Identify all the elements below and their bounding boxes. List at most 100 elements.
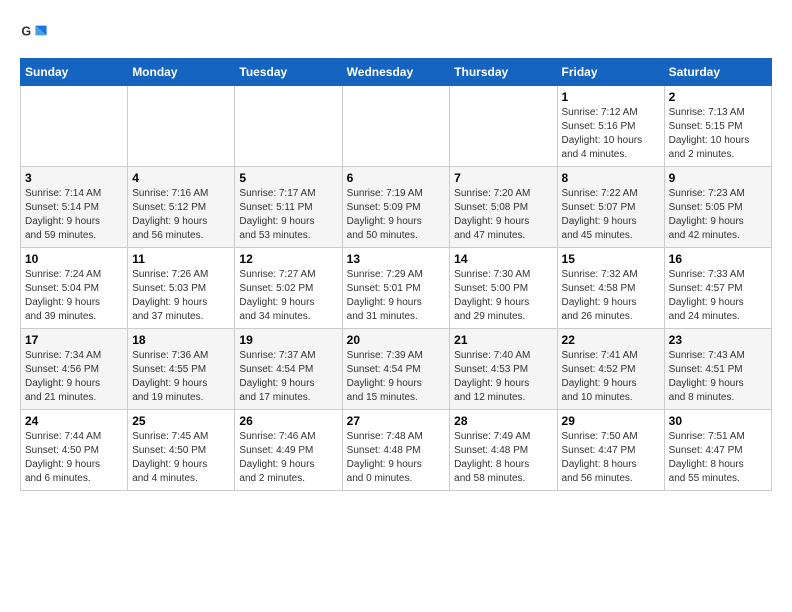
calendar-cell: [342, 86, 450, 167]
day-number: 14: [454, 252, 552, 266]
day-info: Sunrise: 7:34 AM Sunset: 4:56 PM Dayligh…: [25, 349, 123, 405]
day-info: Sunrise: 7:22 AM Sunset: 5:07 PM Dayligh…: [562, 187, 660, 243]
day-number: 18: [132, 333, 230, 347]
calendar-cell: 16 Sunrise: 7:33 AM Sunset: 4:57 PM Dayli…: [664, 248, 771, 329]
day-info: Sunrise: 7:12 AM Sunset: 5:16 PM Dayligh…: [562, 106, 660, 162]
weekday-header-tuesday: Tuesday: [235, 59, 342, 86]
calendar-cell: 26 Sunrise: 7:46 AM Sunset: 4:49 PM Dayli…: [235, 410, 342, 491]
day-info: Sunrise: 7:32 AM Sunset: 4:58 PM Dayligh…: [562, 268, 660, 324]
day-info: Sunrise: 7:51 AM Sunset: 4:47 PM Dayligh…: [669, 430, 767, 486]
calendar-cell: 10 Sunrise: 7:24 AM Sunset: 5:04 PM Dayli…: [21, 248, 128, 329]
calendar-cell: 20 Sunrise: 7:39 AM Sunset: 4:54 PM Dayli…: [342, 329, 450, 410]
day-number: 6: [347, 171, 446, 185]
calendar-cell: 19Sunrise: 7:37 AM Sunset: 4:54 PM Dayli…: [235, 329, 342, 410]
logo-icon: G: [20, 20, 48, 48]
calendar-week-5: 24Sunrise: 7:44 AM Sunset: 4:50 PM Dayli…: [21, 410, 772, 491]
day-number: 27: [347, 414, 446, 428]
calendar-cell: 30 Sunrise: 7:51 AM Sunset: 4:47 PM Dayli…: [664, 410, 771, 491]
weekday-header-sunday: Sunday: [21, 59, 128, 86]
day-info: Sunrise: 7:17 AM Sunset: 5:11 PM Dayligh…: [239, 187, 337, 243]
day-number: 23: [669, 333, 767, 347]
calendar-week-3: 10 Sunrise: 7:24 AM Sunset: 5:04 PM Dayli…: [21, 248, 772, 329]
calendar-cell: 5 Sunrise: 7:17 AM Sunset: 5:11 PM Daylig…: [235, 167, 342, 248]
day-number: 13: [347, 252, 446, 266]
calendar-header-row: SundayMondayTuesdayWednesdayThursdayFrid…: [21, 59, 772, 86]
calendar-week-2: 3 Sunrise: 7:14 AM Sunset: 5:14 PM Daylig…: [21, 167, 772, 248]
day-number: 4: [132, 171, 230, 185]
calendar-cell: 12Sunrise: 7:27 AM Sunset: 5:02 PM Dayli…: [235, 248, 342, 329]
day-info: Sunrise: 7:16 AM Sunset: 5:12 PM Dayligh…: [132, 187, 230, 243]
day-info: Sunrise: 7:46 AM Sunset: 4:49 PM Dayligh…: [239, 430, 337, 486]
calendar-cell: 22 Sunrise: 7:41 AM Sunset: 4:52 PM Dayli…: [557, 329, 664, 410]
day-number: 11: [132, 252, 230, 266]
day-number: 26: [239, 414, 337, 428]
day-number: 25: [132, 414, 230, 428]
day-number: 19: [239, 333, 337, 347]
calendar-cell: [450, 86, 557, 167]
calendar-cell: 28Sunrise: 7:49 AM Sunset: 4:48 PM Dayli…: [450, 410, 557, 491]
day-number: 29: [562, 414, 660, 428]
calendar-week-1: 1 Sunrise: 7:12 AM Sunset: 5:16 PM Daylig…: [21, 86, 772, 167]
calendar-cell: 25 Sunrise: 7:45 AM Sunset: 4:50 PM Dayli…: [128, 410, 235, 491]
day-info: Sunrise: 7:13 AM Sunset: 5:15 PM Dayligh…: [669, 106, 767, 162]
calendar-cell: [128, 86, 235, 167]
svg-text:G: G: [21, 24, 31, 38]
calendar-cell: 9 Sunrise: 7:23 AM Sunset: 5:05 PM Daylig…: [664, 167, 771, 248]
calendar-cell: 17 Sunrise: 7:34 AM Sunset: 4:56 PM Dayli…: [21, 329, 128, 410]
calendar-table: SundayMondayTuesdayWednesdayThursdayFrid…: [20, 58, 772, 491]
weekday-header-wednesday: Wednesday: [342, 59, 450, 86]
day-number: 10: [25, 252, 123, 266]
day-info: Sunrise: 7:45 AM Sunset: 4:50 PM Dayligh…: [132, 430, 230, 486]
weekday-header-friday: Friday: [557, 59, 664, 86]
calendar-cell: 14Sunrise: 7:30 AM Sunset: 5:00 PM Dayli…: [450, 248, 557, 329]
calendar-cell: 21 Sunrise: 7:40 AM Sunset: 4:53 PM Dayli…: [450, 329, 557, 410]
day-number: 2: [669, 90, 767, 104]
day-number: 21: [454, 333, 552, 347]
calendar-cell: 4 Sunrise: 7:16 AM Sunset: 5:12 PM Daylig…: [128, 167, 235, 248]
calendar-cell: 27 Sunrise: 7:48 AM Sunset: 4:48 PM Dayli…: [342, 410, 450, 491]
day-info: Sunrise: 7:48 AM Sunset: 4:48 PM Dayligh…: [347, 430, 446, 486]
calendar-cell: 24Sunrise: 7:44 AM Sunset: 4:50 PM Dayli…: [21, 410, 128, 491]
day-info: Sunrise: 7:14 AM Sunset: 5:14 PM Dayligh…: [25, 187, 123, 243]
day-number: 16: [669, 252, 767, 266]
weekday-header-monday: Monday: [128, 59, 235, 86]
day-number: 12: [239, 252, 337, 266]
day-info: Sunrise: 7:23 AM Sunset: 5:05 PM Dayligh…: [669, 187, 767, 243]
day-info: Sunrise: 7:40 AM Sunset: 4:53 PM Dayligh…: [454, 349, 552, 405]
day-number: 5: [239, 171, 337, 185]
calendar-cell: 15Sunrise: 7:32 AM Sunset: 4:58 PM Dayli…: [557, 248, 664, 329]
day-number: 1: [562, 90, 660, 104]
calendar-cell: 6 Sunrise: 7:19 AM Sunset: 5:09 PM Daylig…: [342, 167, 450, 248]
calendar-cell: 2 Sunrise: 7:13 AM Sunset: 5:15 PM Daylig…: [664, 86, 771, 167]
calendar-week-4: 17 Sunrise: 7:34 AM Sunset: 4:56 PM Dayli…: [21, 329, 772, 410]
logo: G: [20, 20, 52, 48]
day-number: 3: [25, 171, 123, 185]
day-number: 20: [347, 333, 446, 347]
day-info: Sunrise: 7:49 AM Sunset: 4:48 PM Dayligh…: [454, 430, 552, 486]
day-info: Sunrise: 7:24 AM Sunset: 5:04 PM Dayligh…: [25, 268, 123, 324]
day-number: 30: [669, 414, 767, 428]
day-number: 24: [25, 414, 123, 428]
calendar-cell: [235, 86, 342, 167]
day-number: 7: [454, 171, 552, 185]
calendar-cell: 23 Sunrise: 7:43 AM Sunset: 4:51 PM Dayli…: [664, 329, 771, 410]
day-info: Sunrise: 7:33 AM Sunset: 4:57 PM Dayligh…: [669, 268, 767, 324]
day-info: Sunrise: 7:26 AM Sunset: 5:03 PM Dayligh…: [132, 268, 230, 324]
day-info: Sunrise: 7:20 AM Sunset: 5:08 PM Dayligh…: [454, 187, 552, 243]
calendar-cell: 8Sunrise: 7:22 AM Sunset: 5:07 PM Daylig…: [557, 167, 664, 248]
calendar-cell: 11 Sunrise: 7:26 AM Sunset: 5:03 PM Dayli…: [128, 248, 235, 329]
calendar-cell: [21, 86, 128, 167]
calendar-cell: 1 Sunrise: 7:12 AM Sunset: 5:16 PM Daylig…: [557, 86, 664, 167]
calendar-cell: 29Sunrise: 7:50 AM Sunset: 4:47 PM Dayli…: [557, 410, 664, 491]
calendar-body: 1 Sunrise: 7:12 AM Sunset: 5:16 PM Daylig…: [21, 86, 772, 491]
calendar-cell: 13Sunrise: 7:29 AM Sunset: 5:01 PM Dayli…: [342, 248, 450, 329]
day-number: 9: [669, 171, 767, 185]
day-info: Sunrise: 7:43 AM Sunset: 4:51 PM Dayligh…: [669, 349, 767, 405]
day-number: 17: [25, 333, 123, 347]
calendar-cell: 7 Sunrise: 7:20 AM Sunset: 5:08 PM Daylig…: [450, 167, 557, 248]
day-info: Sunrise: 7:41 AM Sunset: 4:52 PM Dayligh…: [562, 349, 660, 405]
day-number: 22: [562, 333, 660, 347]
day-info: Sunrise: 7:19 AM Sunset: 5:09 PM Dayligh…: [347, 187, 446, 243]
day-info: Sunrise: 7:39 AM Sunset: 4:54 PM Dayligh…: [347, 349, 446, 405]
weekday-header-saturday: Saturday: [664, 59, 771, 86]
